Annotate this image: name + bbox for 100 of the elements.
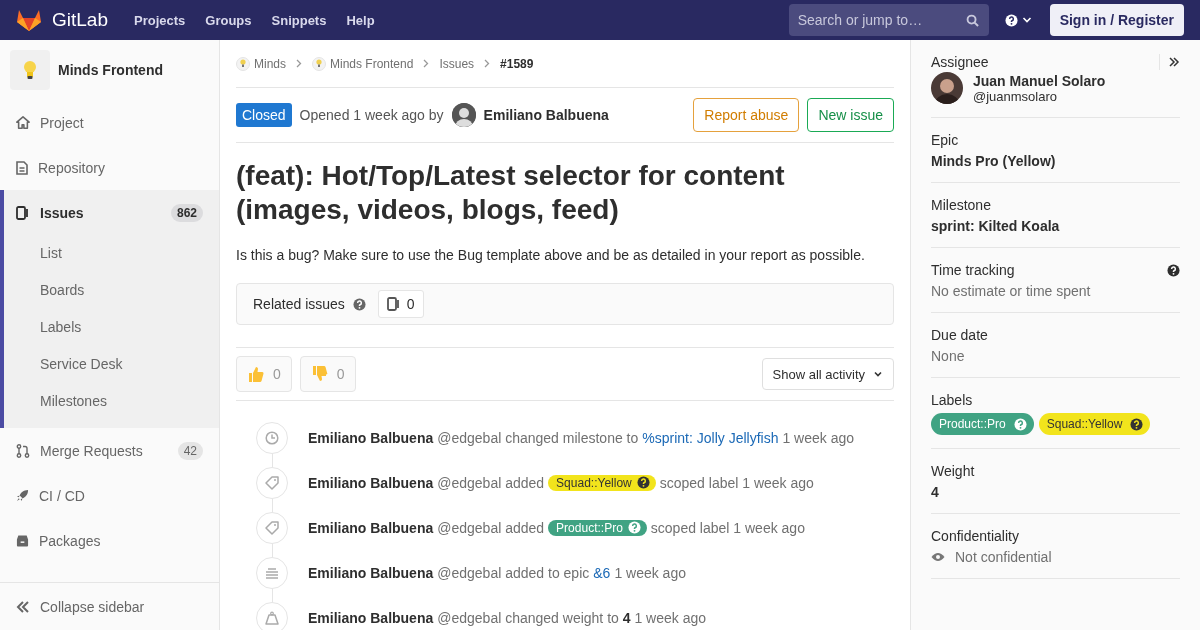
weight-icon [265,610,279,625]
section-title: Labels [931,392,973,408]
fox-logo-icon [16,8,42,32]
layers-icon [265,565,279,580]
package-icon [16,534,29,547]
scoped-label[interactable]: Squad::Yellow [1038,413,1151,435]
help-dropdown[interactable] [1004,13,1032,27]
sidebar-subitem[interactable]: Labels [4,309,219,346]
section-title: Epic [931,132,959,148]
section-value: 4 [931,484,940,500]
help-icon [352,297,366,311]
tag-icon [265,475,279,490]
issues-icon [16,205,30,220]
help-icon [636,476,650,489]
author-link[interactable]: Emiliano Balbuena [308,609,434,626]
section-title: Milestone [931,197,991,213]
section-title: Due date [931,327,988,343]
project-name[interactable]: Minds Frontend [58,62,163,78]
expand-icon [1168,56,1180,68]
sign-in-button[interactable]: Sign in / Register [1049,4,1184,36]
assignee-username: @juanmsolaro [973,88,1058,104]
section-title: Confidentiality [931,528,1019,544]
section-value: None [931,348,966,364]
nav-link[interactable]: Snippets [271,12,327,28]
sidebar-item[interactable]: Project [0,100,219,145]
avatar[interactable] [931,72,963,104]
nav-link[interactable]: Groups [205,12,252,28]
sidebar-item[interactable]: CI / CD [0,473,219,518]
sidebar-item[interactable]: Merge Requests 42 [0,428,219,473]
event-text: 1 week ago [782,429,855,446]
person-icon [931,72,963,104]
section-value: Minds Pro (Yellow) [931,153,1057,169]
clock-icon [265,430,279,445]
section-value: sprint: Kilted Koala [931,218,1061,234]
count-badge: 42 [177,441,203,460]
help-icon [627,521,641,534]
breadcrumb-link[interactable]: Minds [236,56,286,71]
event-text: scoped label 1 week ago [650,519,805,536]
opened-text: Opened 1 week ago by [299,107,444,123]
event-text: @edgebal changed milestone to [437,429,639,446]
sidebar-subitem[interactable]: Service Desk [4,346,219,383]
nav-link[interactable]: Projects [134,12,186,28]
issue-description: Is this a bug? Make sure to use the Bug template above and be as detailed in your report as possible. [236,247,866,263]
person-icon [451,103,476,127]
new-issue-button[interactable]: New issue [807,98,894,132]
home-icon [16,115,30,130]
author-link[interactable]: Emiliano Balbuena [483,107,609,123]
sidebar-subitem[interactable]: Milestones [4,383,219,420]
section-title: Assignee [931,54,989,70]
help-icon [1167,263,1180,277]
section-title: Time tracking [931,262,1015,278]
sidebar-item[interactable]: Issues 862 [4,190,219,235]
report-abuse-button[interactable]: Report abuse [693,98,800,132]
sidebar-item[interactable]: Repository [0,145,219,190]
help-icon [1004,13,1018,27]
scoped-label[interactable]: Product::Pro [548,519,647,536]
thumbs-up-icon [247,365,265,383]
document-icon [16,160,28,175]
chevron-right-icon [423,59,430,68]
event-text: @edgebal added [437,519,545,536]
event-link[interactable]: %sprint: Jolly Jellyfish [642,429,779,446]
event-text: @edgebal added [437,474,545,491]
section-value: No estimate or time spent [931,283,1092,299]
status-badge: Closed [236,103,292,127]
scoped-label[interactable]: Squad::Yellow [548,474,656,491]
nav-link[interactable]: Help [346,12,375,28]
author-link[interactable]: Emiliano Balbuena [308,474,434,491]
avatar[interactable] [451,103,476,127]
collapse-sidebar-button[interactable] [1159,54,1180,70]
scoped-label[interactable]: Product::Pro [931,413,1034,435]
thumbs-down-icon [310,365,329,383]
assignee-name[interactable]: Juan Manuel Solaro [973,72,1106,89]
help-icon [1013,417,1027,431]
event-link[interactable]: &6 [593,564,611,581]
lightbulb-icon [240,59,246,68]
related-issues-count[interactable]: 0 [377,290,424,318]
eye-icon [931,552,945,562]
lightbulb-icon [316,59,322,68]
sidebar-subitem[interactable]: List [4,235,219,272]
event-text: @edgebal added to epic [437,564,590,581]
tag-icon [265,520,279,535]
activity-filter-dropdown[interactable]: Show all activity [761,358,894,390]
chevron-right-icon [296,59,302,68]
breadcrumb-link[interactable]: Issues [439,56,475,71]
author-link[interactable]: Emiliano Balbuena [308,564,434,581]
breadcrumb-link[interactable]: #1589 [500,56,534,71]
author-link[interactable]: Emiliano Balbuena [308,429,434,446]
breadcrumb-link[interactable]: Minds Frontend [312,56,414,71]
sidebar-subitem[interactable]: Boards [4,272,219,309]
author-link[interactable]: Emiliano Balbuena [308,519,434,536]
rocket-icon [16,489,29,502]
search-icon [965,14,979,27]
collapse-sidebar-button[interactable]: Collapse sidebar [0,582,219,630]
issue-title: (feat): Hot/Top/Latest selector for content (images, videos, blogs, feed) [236,159,786,227]
caret-icon [873,369,883,379]
sidebar-item[interactable]: Packages [0,518,219,563]
brand-name[interactable]: GitLab [52,9,108,31]
issues-icon [386,297,401,311]
search-field[interactable]: Search or jump to… [788,4,989,36]
chevron-right-icon [484,59,491,68]
